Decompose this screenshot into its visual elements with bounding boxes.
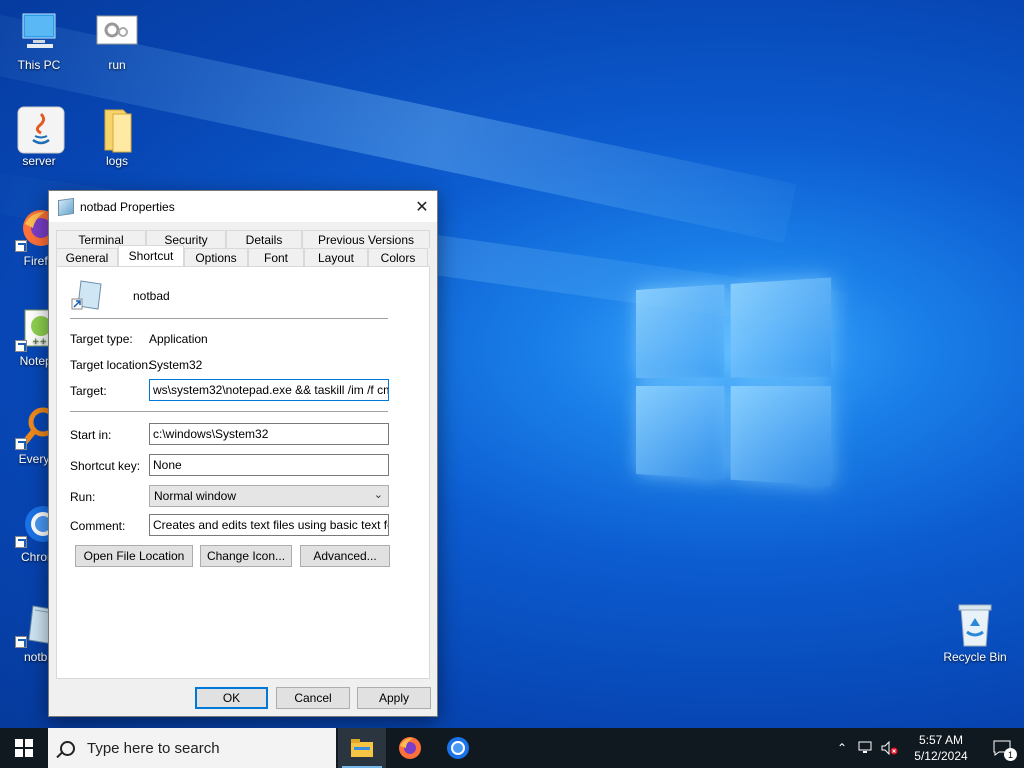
computer-icon [17,10,61,54]
desktop-icon-label: run [82,58,152,72]
target-location-label: Target location: [70,358,151,372]
desktop-icon-server[interactable]: server [4,106,74,168]
run-select-value: Normal window [154,489,236,503]
desktop-icon-label: logs [82,154,152,168]
clock-date: 5/12/2024 [902,748,980,764]
notepad-shortcut-icon [71,279,103,311]
taskbar-firefox[interactable] [386,728,434,768]
taskbar-chrome[interactable] [434,728,482,768]
properties-dialog: notbad Properties ✕ Terminal Security De… [48,190,438,717]
clock[interactable]: 5:57 AM 5/12/2024 [902,732,980,764]
target-type-label: Target type: [70,332,133,346]
open-file-location-button[interactable]: Open File Location [75,545,193,567]
volume-muted-icon[interactable] [878,728,902,768]
search-placeholder: Type here to search [87,740,220,757]
run-label: Run: [70,490,95,504]
chevron-up-icon: ⌃ [837,741,847,755]
target-label: Target: [70,384,107,398]
shortcut-key-label: Shortcut key: [70,459,140,473]
desktop-icon-label: Recycle Bin [940,650,1010,664]
show-hidden-icons-button[interactable]: ⌃ [830,728,854,768]
taskbar-file-explorer[interactable] [338,728,386,768]
run-shortcut-icon [95,10,139,54]
desktop: This PC run server logs Firefo ++ Notepa [0,0,1024,728]
apply-button[interactable]: Apply [357,687,431,709]
tab-row-bottom: General Shortcut Options Font Layout Col… [56,248,428,266]
start-in-label: Start in: [70,428,111,442]
svg-text:++: ++ [32,337,47,347]
network-icon[interactable] [854,728,878,768]
windows-start-icon [15,739,33,757]
tab-shortcut[interactable]: Shortcut [118,245,184,266]
tab-row-top: Terminal Security Details Previous Versi… [56,230,430,248]
desktop-icon-label: This PC [4,58,74,72]
ok-button[interactable]: OK [195,687,268,709]
target-type-value: Application [149,332,208,346]
shortcut-name: notbad [133,289,170,303]
tab-options[interactable]: Options [184,248,248,266]
comment-label: Comment: [70,519,125,533]
shortcut-key-field[interactable]: None [149,454,389,476]
change-icon-button[interactable]: Change Icon... [200,545,292,567]
java-icon [17,106,61,150]
windows-logo-wallpaper [636,278,831,493]
start-in-field[interactable]: c:\windows\System32 [149,423,389,445]
chevron-down-icon: ⌄ [374,488,383,501]
dialog-titlebar[interactable]: notbad Properties ✕ [49,191,437,222]
tab-font[interactable]: Font [248,248,304,266]
recycle-bin-icon [953,602,997,646]
notification-center-button[interactable]: 1 [980,728,1024,768]
taskbar: Type here to search ⌃ 5:57 AM 5/12/2024 … [0,728,1024,768]
close-button[interactable]: ✕ [407,192,437,222]
desktop-icon-logs[interactable]: logs [82,106,152,168]
desktop-icon-recycle-bin[interactable]: Recycle Bin [940,602,1010,664]
cancel-button[interactable]: Cancel [276,687,350,709]
desktop-icon-run[interactable]: run [82,10,152,72]
notepad-shortcut-icon [58,197,74,215]
desktop-icon-this-pc[interactable]: This PC [4,10,74,72]
target-field[interactable]: ws\system32\notepad.exe && taskill /im /… [149,379,389,401]
folder-icon [95,106,139,150]
search-icon [60,741,75,756]
tab-general[interactable]: General [56,248,118,266]
divider [70,411,388,412]
run-select[interactable]: Normal window ⌄ [149,485,389,507]
close-icon: ✕ [415,197,428,217]
desktop-icon-label: server [4,154,74,168]
system-tray: ⌃ 5:57 AM 5/12/2024 1 [830,728,1024,768]
dialog-title: notbad Properties [80,200,407,214]
comment-field[interactable]: Creates and edits text files using basic… [149,514,389,536]
firefox-icon [398,736,422,760]
tab-layout[interactable]: Layout [304,248,368,266]
search-box[interactable]: Type here to search [48,728,336,768]
tab-details[interactable]: Details [226,230,302,248]
clock-time: 5:57 AM [902,732,980,748]
notification-count-badge: 1 [1004,748,1017,761]
start-button[interactable] [0,728,48,768]
advanced-button[interactable]: Advanced... [300,545,390,567]
tab-colors[interactable]: Colors [368,248,428,266]
divider [70,318,388,319]
chrome-icon [446,736,470,760]
shortcut-tab-panel: notbad Target type: Application Target l… [56,266,430,679]
target-location-value: System32 [149,358,202,372]
file-explorer-icon [351,739,373,757]
tab-previous-versions[interactable]: Previous Versions [302,230,430,248]
